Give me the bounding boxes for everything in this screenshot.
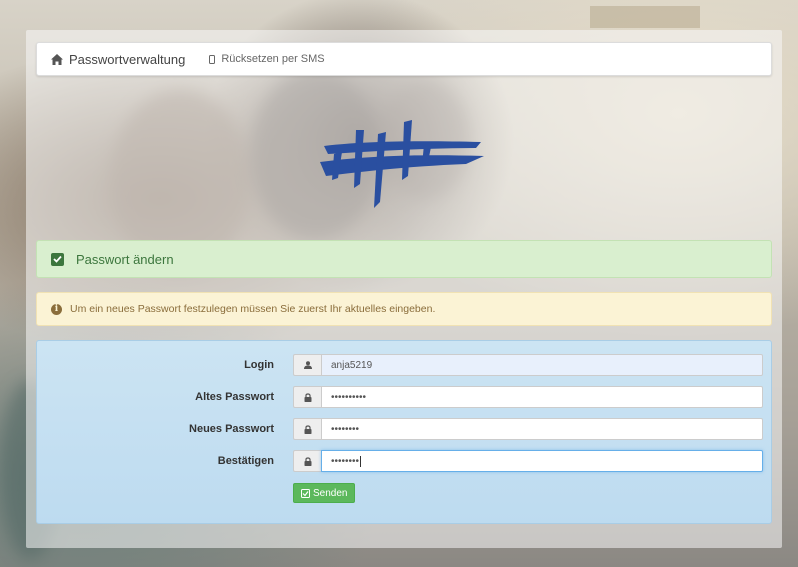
change-password-panel: Passwort ändern	[36, 240, 772, 278]
check-square-icon	[301, 488, 310, 498]
page-container: Passwortverwaltung Rücksetzen per SMS Pa…	[26, 30, 782, 548]
old-password-label: Altes Passwort	[195, 391, 274, 403]
new-password-input-group: ••••••••	[293, 418, 763, 440]
form-row-confirm: Bestätigen ••••••••	[37, 450, 773, 472]
lock-icon	[293, 450, 321, 472]
new-password-label: Neues Passwort	[189, 423, 274, 435]
lock-icon	[293, 386, 321, 408]
info-circle-icon: i	[51, 303, 62, 315]
password-form: Login anja5219 Altes Passwort ••••••••••…	[36, 340, 772, 524]
confirm-input-group: ••••••••	[293, 450, 763, 472]
login-label: Login	[244, 359, 274, 371]
check-square-icon	[51, 252, 64, 266]
mobile-icon	[209, 54, 216, 64]
confirm-label: Bestätigen	[217, 455, 274, 467]
old-password-input-group: ••••••••••	[293, 386, 763, 408]
login-input[interactable]: anja5219	[321, 354, 763, 376]
new-password-input[interactable]: ••••••••	[321, 418, 763, 440]
form-row-old-password: Altes Passwort ••••••••••	[37, 386, 773, 408]
confirm-input[interactable]: ••••••••	[321, 450, 763, 472]
background-shelf	[590, 6, 700, 28]
old-password-input[interactable]: ••••••••••	[321, 386, 763, 408]
alert-text: Um ein neues Passwort festzulegen müssen…	[70, 303, 436, 315]
text-caret	[360, 455, 362, 467]
lock-icon	[293, 418, 321, 440]
confirm-value: ••••••••	[331, 455, 360, 467]
home-icon	[51, 53, 63, 65]
nav-brand[interactable]: Passwortverwaltung	[37, 43, 185, 75]
login-input-group: anja5219	[293, 354, 763, 376]
navbar: Passwortverwaltung Rücksetzen per SMS	[36, 42, 772, 76]
info-alert: i Um ein neues Passwort festzulegen müss…	[36, 292, 772, 326]
school-logo-icon	[316, 118, 486, 210]
nav-sms-label: Rücksetzen per SMS	[221, 53, 325, 65]
form-row-login: Login anja5219	[37, 354, 773, 376]
submit-button[interactable]: Senden	[293, 483, 356, 503]
nav-brand-label: Passwortverwaltung	[69, 51, 186, 67]
form-row-new-password: Neues Passwort ••••••••	[37, 418, 773, 440]
nav-item-sms-reset[interactable]: Rücksetzen per SMS	[185, 43, 325, 75]
user-icon	[293, 354, 321, 376]
submit-label: Senden	[313, 487, 348, 499]
panel-title: Passwort ändern	[76, 251, 174, 267]
